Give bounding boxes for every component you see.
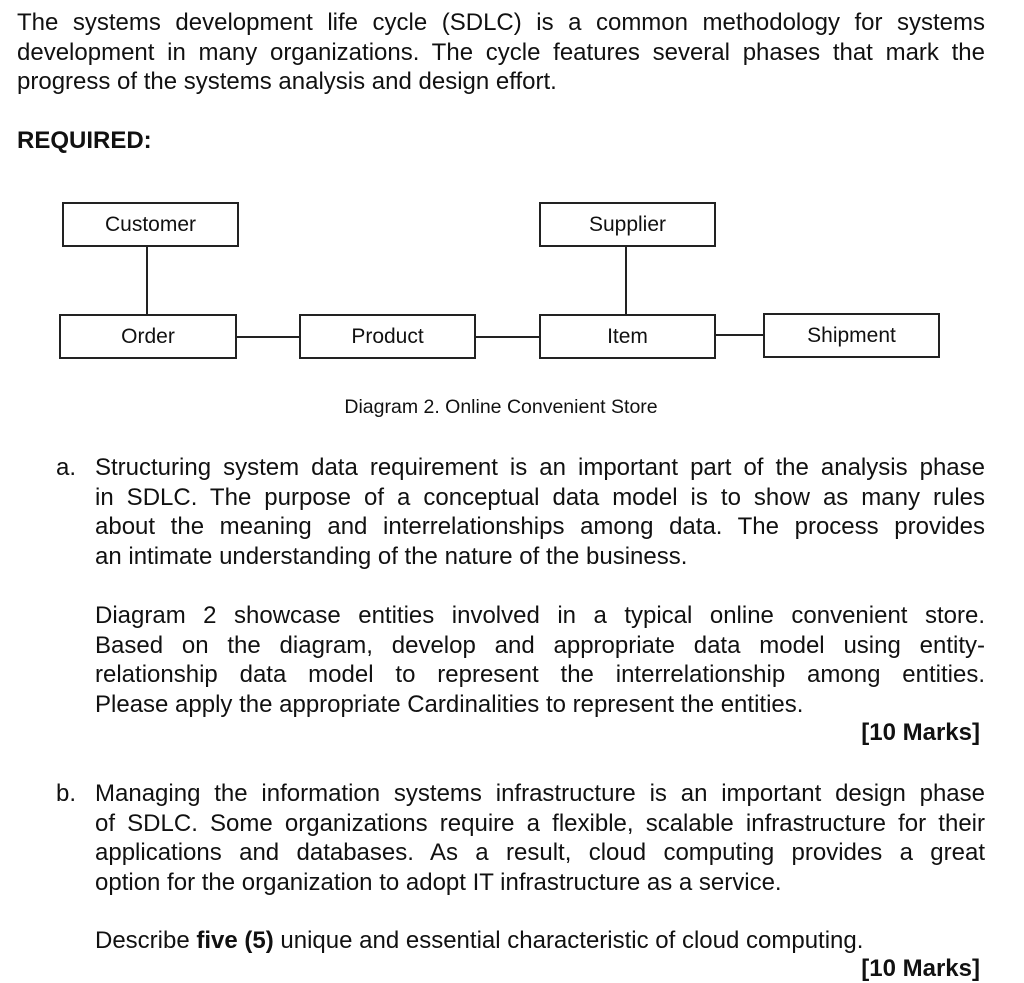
connector-supplier-item: [625, 247, 627, 314]
question-a-p1-line-1: Structuring system data requirement is a…: [95, 454, 985, 481]
entity-customer-label: Customer: [104, 212, 197, 236]
question-b-p1-line-3: applications and databases. As a result,…: [95, 839, 985, 866]
question-b-p1-line-4: option for the organization to adopt IT …: [95, 868, 782, 896]
required-heading: REQUIRED:: [17, 127, 152, 154]
entity-product-label: Product: [351, 324, 424, 348]
entity-item: Item: [539, 314, 716, 359]
question-a-paragraph-1: Structuring system data requirement is a…: [95, 453, 985, 571]
entity-supplier: Supplier: [539, 202, 716, 247]
connector-item-shipment: [716, 334, 763, 336]
intro-line-2: development in many organizations. The c…: [17, 38, 985, 66]
entity-shipment: Shipment: [763, 313, 940, 358]
intro-line-3: progress of the systems analysis and des…: [17, 68, 557, 95]
entity-order-label: Order: [121, 324, 175, 348]
question-a-label: a.: [56, 454, 77, 481]
intro-line-1: The systems development life cycle (SDLC…: [17, 9, 985, 36]
question-a-marks: [10 Marks]: [861, 719, 980, 746]
question-b-paragraph-1: Managing the information systems infrast…: [95, 779, 985, 897]
intro-paragraph: The systems development life cycle (SDLC…: [17, 8, 985, 97]
question-a-p2-line-2: Based on the diagram, develop and approp…: [95, 631, 985, 659]
question-b-paragraph-2: Describe five (5) unique and essential c…: [95, 926, 985, 956]
question-a-p2-line-4: Please apply the appropriate Cardinaliti…: [95, 690, 804, 718]
question-b-p1-line-1: Managing the information systems infrast…: [95, 780, 985, 807]
question-a-p2-line-3: relationship data model to represent the…: [95, 661, 985, 688]
question-a-p2-line-1: Diagram 2 showcase entities involved in …: [95, 602, 985, 629]
question-b-p2-suffix: unique and essential characteristic of c…: [273, 927, 864, 954]
entity-order: Order: [59, 314, 237, 359]
question-b-marks: [10 Marks]: [861, 955, 980, 982]
question-b-label: b.: [56, 780, 77, 807]
diagram-caption: Diagram 2. Online Convenient Store: [344, 396, 658, 418]
connector-customer-order: [146, 247, 148, 314]
question-a-p1-line-2: in SDLC. The purpose of a conceptual dat…: [95, 483, 985, 511]
entity-item-label: Item: [607, 324, 648, 348]
entity-product: Product: [299, 314, 476, 359]
question-a-paragraph-2: Diagram 2 showcase entities involved in …: [95, 601, 985, 719]
entity-customer: Customer: [62, 202, 239, 247]
question-b-p2-emphasis: five (5): [196, 927, 274, 954]
er-diagram: Customer Supplier Order Product Item Shi…: [0, 190, 1024, 380]
entity-shipment-label: Shipment: [807, 323, 896, 347]
question-b-p2-prefix: Describe: [95, 927, 197, 954]
question-b-p1-line-2: of SDLC. Some organizations require a fl…: [95, 809, 985, 837]
question-a-p1-line-3: about the meaning and interrelationships…: [95, 513, 985, 540]
question-a-p1-line-4: an intimate understanding of the nature …: [95, 542, 688, 570]
entity-supplier-label: Supplier: [588, 212, 667, 236]
connector-order-product: [237, 336, 299, 338]
connector-product-item: [476, 336, 539, 338]
